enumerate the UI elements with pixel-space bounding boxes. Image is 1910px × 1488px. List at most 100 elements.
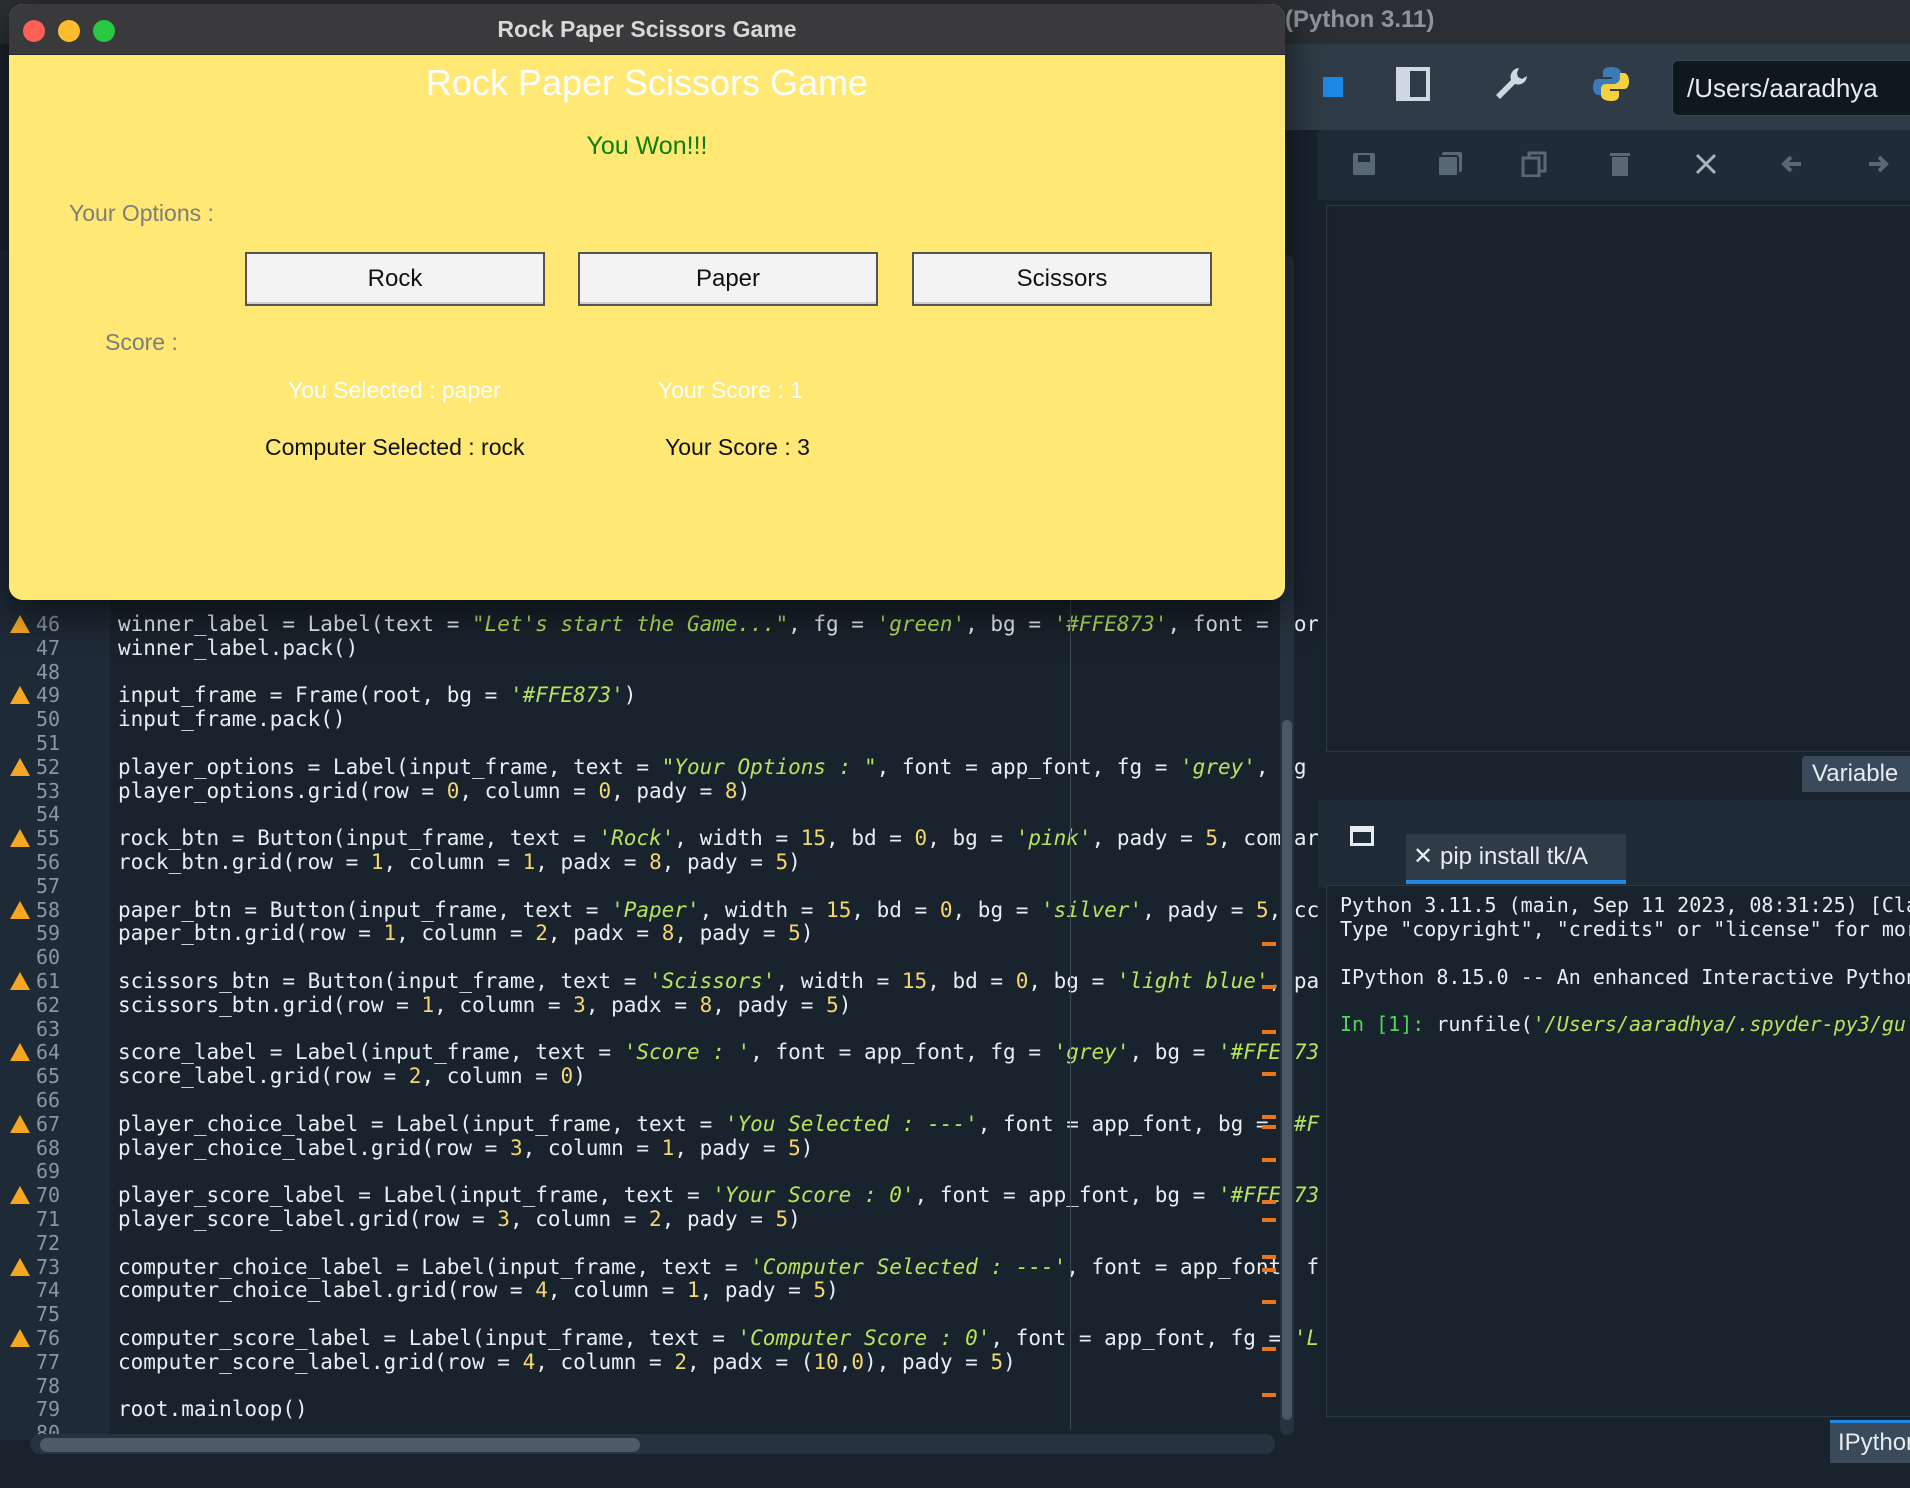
rock-button[interactable]: Rock [245, 252, 545, 306]
code-line[interactable]: player_score_label = Label(input_frame, … [118, 1183, 1319, 1207]
warning-marker [1262, 1255, 1276, 1259]
code-line[interactable]: player_choice_label = Label(input_frame,… [118, 1112, 1319, 1136]
copy-icon[interactable] [1516, 150, 1552, 186]
line-number: 51 [36, 731, 61, 755]
line-number: 79 [36, 1397, 61, 1422]
warning-marker [1262, 942, 1276, 946]
code-line[interactable]: scissors_btn = Button(input_frame, text … [118, 969, 1319, 993]
back-arrow-icon[interactable] [1774, 150, 1810, 186]
warning-marker [1262, 1158, 1276, 1162]
python-icon[interactable] [1588, 64, 1634, 110]
close-icon[interactable]: ✕ [1406, 834, 1440, 880]
warning-icon[interactable] [10, 686, 30, 705]
console-command: runfile( [1424, 1012, 1533, 1036]
warning-marker [1262, 1115, 1276, 1119]
warning-icon[interactable] [10, 1186, 30, 1205]
console-line: Type "copyright", "credits" or "license"… [1340, 917, 1910, 941]
code-line[interactable]: root.mainloop() [118, 1397, 308, 1421]
line-number: 52 [36, 754, 61, 779]
code-line[interactable]: rock_btn.grid(row = 1, column = 1, padx … [118, 850, 801, 874]
line-number: 73 [36, 1254, 61, 1279]
editor-vertical-scroll-thumb[interactable] [1282, 720, 1292, 1420]
score-label: Score : [105, 329, 178, 355]
working-directory-field[interactable]: /Users/aaradhya [1672, 60, 1910, 116]
line-number: 68 [36, 1135, 61, 1160]
line-number: 60 [36, 945, 61, 970]
code-line[interactable]: computer_score_label = Label(input_frame… [118, 1326, 1319, 1350]
code-line[interactable]: rock_btn = Button(input_frame, text = 'R… [118, 826, 1319, 850]
code-line[interactable]: input_frame = Frame(root, bg = '#FFE873'… [118, 683, 636, 707]
warning-marker [1262, 1300, 1276, 1304]
line-number: 48 [36, 659, 61, 684]
line-number: 76 [36, 1326, 61, 1350]
line-number: 75 [36, 1302, 61, 1327]
line-number: 54 [36, 802, 61, 827]
tab-ipython-console[interactable]: IPython [1830, 1420, 1910, 1463]
code-line[interactable]: computer_score_label.grid(row = 4, colum… [118, 1350, 1016, 1374]
line-number: 71 [36, 1207, 61, 1231]
stop-square-icon[interactable] [1310, 64, 1356, 110]
line-number: 70 [36, 1183, 61, 1208]
code-line[interactable]: scissors_btn.grid(row = 1, column = 3, p… [118, 993, 851, 1017]
warning-icon[interactable] [10, 900, 30, 919]
line-number: 69 [36, 1159, 61, 1184]
line-number: 58 [36, 897, 61, 922]
code-line[interactable]: player_options.grid(row = 0, column = 0,… [118, 779, 750, 803]
wrench-icon[interactable] [1488, 64, 1534, 110]
warning-icon[interactable] [10, 615, 30, 633]
line-number: 65 [36, 1064, 61, 1089]
code-line[interactable]: winner_label = Label(text = "Let's start… [118, 612, 1319, 636]
console-line: IPython 8.15.0 -- An enhanced Interactiv… [1340, 965, 1910, 989]
close-cross-icon[interactable] [1688, 150, 1724, 186]
tab-console[interactable]: ✕ pip install tk/A [1406, 834, 1626, 884]
line-number: 63 [36, 1016, 61, 1041]
line-number: 47 [36, 635, 61, 660]
line-number: 72 [36, 1230, 61, 1255]
warning-marker [1262, 1393, 1276, 1397]
warning-marker [1262, 1268, 1276, 1272]
warning-icon[interactable] [10, 757, 30, 776]
line-number: 55 [36, 826, 61, 851]
warning-icon[interactable] [10, 829, 30, 848]
line-number: 78 [36, 1373, 61, 1398]
save-all-icon[interactable] [1432, 150, 1468, 186]
code-line[interactable]: paper_btn.grid(row = 1, column = 2, padx… [118, 921, 813, 945]
scissors-button[interactable]: Scissors [912, 252, 1212, 306]
code-line[interactable]: player_choice_label.grid(row = 3, column… [118, 1136, 813, 1160]
warning-icon[interactable] [10, 1114, 30, 1133]
window-titlebar: Rock Paper Scissors Game [9, 4, 1285, 55]
editor-horizontal-scroll-thumb[interactable] [40, 1438, 640, 1452]
warning-icon[interactable] [10, 972, 30, 990]
window-icon[interactable] [1350, 826, 1374, 846]
line-number: 66 [36, 1088, 61, 1112]
code-line[interactable]: player_options = Label(input_frame, text… [118, 755, 1306, 779]
console-input-line[interactable]: In [1]: runfile('/Users/aaradhya/.spyder… [1340, 1012, 1906, 1036]
variable-explorer-area[interactable] [1326, 205, 1910, 752]
save-icon[interactable] [1346, 150, 1382, 186]
line-number: 50 [36, 707, 61, 732]
tab-variable-explorer[interactable]: Variable [1802, 756, 1910, 792]
warning-marker [1262, 985, 1276, 989]
code-line[interactable]: winner_label.pack() [118, 636, 358, 660]
code-line[interactable]: score_label.grid(row = 2, column = 0) [118, 1064, 586, 1088]
code-line[interactable]: computer_choice_label.grid(row = 4, colu… [118, 1278, 839, 1302]
console-argument: '/Users/aaradhya/.spyder-py3/gu [1532, 1012, 1906, 1036]
forward-arrow-icon[interactable] [1860, 150, 1896, 186]
delete-icon[interactable] [1602, 150, 1638, 186]
code-line[interactable]: player_score_label.grid(row = 3, column … [118, 1207, 801, 1231]
code-line[interactable]: input_frame.pack() [118, 707, 346, 731]
warning-icon[interactable] [10, 1043, 30, 1062]
line-number: 62 [36, 992, 61, 1017]
warning-marker [1262, 1072, 1276, 1076]
ide-toolbar: /Users/aaradhya [1285, 44, 1910, 130]
warning-icon[interactable] [10, 1329, 30, 1347]
paper-button[interactable]: Paper [578, 252, 878, 306]
window-title: Rock Paper Scissors Game [497, 16, 797, 42]
code-line[interactable]: computer_choice_label = Label(input_fram… [118, 1255, 1319, 1279]
warning-marker [1262, 1030, 1276, 1034]
layout-panel-icon[interactable] [1390, 64, 1436, 110]
code-line[interactable]: paper_btn = Button(input_frame, text = '… [118, 898, 1319, 922]
warning-icon[interactable] [10, 1257, 30, 1276]
code-line[interactable]: score_label = Label(input_frame, text = … [118, 1040, 1319, 1064]
line-number: 46 [36, 612, 61, 636]
